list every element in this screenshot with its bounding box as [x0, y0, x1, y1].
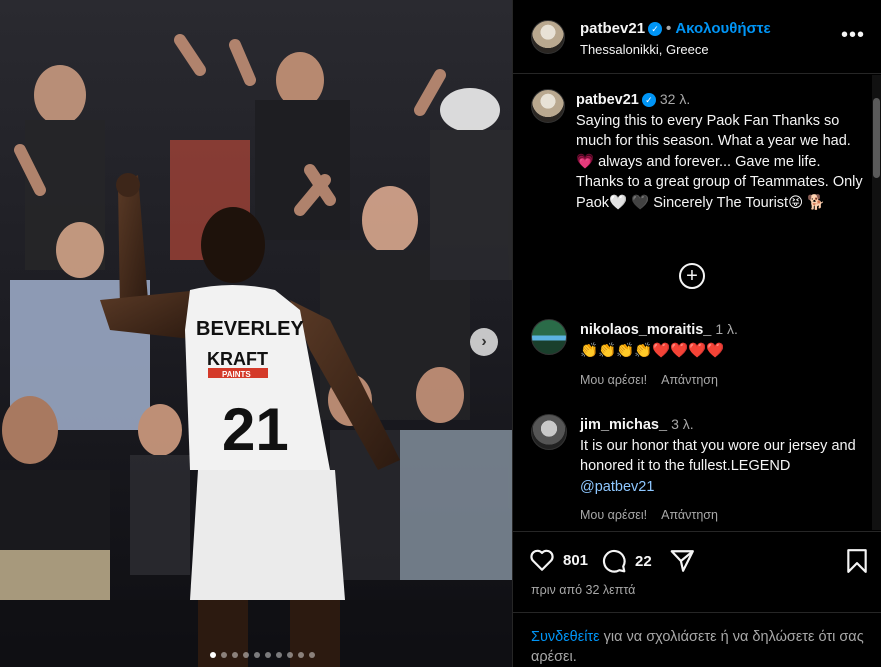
carousel-dot — [276, 652, 282, 658]
avatar[interactable] — [531, 319, 567, 355]
comment-like-button[interactable]: Μου αρέσει! — [580, 373, 647, 387]
carousel-dot — [265, 652, 271, 658]
follow-button[interactable]: Ακολουθήστε — [675, 20, 770, 37]
post-side-panel: patbev21 ✓ • Ακολουθήστε Thessalonikki, Gre… — [512, 0, 881, 667]
save-button[interactable] — [846, 548, 868, 579]
comment-reply-button[interactable]: Απάντηση — [661, 373, 718, 387]
comments-section[interactable]: patbev21 ✓ 32 λ. Saying this to every Paok… — [513, 75, 881, 530]
comment-body: jim_michas_ 3 λ. It is our honor that you… — [580, 414, 870, 497]
post-photo[interactable]: BEVERLEY KRAFT PAINTS 21 › — [0, 0, 512, 667]
avatar[interactable] — [531, 89, 565, 123]
carousel-dot — [298, 652, 304, 658]
verified-badge-icon: ✓ — [641, 93, 656, 107]
header-username[interactable]: patbev21 — [580, 20, 645, 37]
comment-mention-link[interactable]: @patbev21 — [580, 479, 654, 495]
caption-body: patbev21 ✓ 32 λ. Saying this to every Paok… — [576, 89, 866, 213]
comment-text: It is our honor that you wore our jersey… — [580, 437, 856, 475]
comment-reply-button[interactable]: Απάντηση — [661, 508, 718, 522]
like-button[interactable]: 801 — [529, 548, 588, 572]
comment-like-button[interactable]: Μου αρέσει! — [580, 508, 647, 522]
comment-button[interactable]: 22 — [601, 548, 652, 574]
comment-body: nikolaos_moraitis_ 1 λ. 👏👏👏👏❤️❤️❤️❤️ — [580, 319, 870, 361]
caption-time: 32 λ. — [659, 91, 691, 107]
carousel-dot — [287, 652, 293, 658]
more-options-icon[interactable]: ••• — [841, 24, 865, 47]
scrollbar-thumb[interactable] — [873, 98, 880, 178]
comment-actions: Μου αρέσει! Απάντηση — [580, 373, 718, 387]
likes-count[interactable]: 801 — [563, 552, 588, 569]
post-actions-bar: 801 22 πριν από 32 λεπτά — [513, 531, 881, 603]
comment-bubble-icon — [602, 549, 626, 573]
share-button[interactable] — [669, 548, 695, 579]
bookmark-icon — [847, 549, 867, 573]
carousel-dots — [210, 652, 315, 658]
instagram-post-view: BEVERLEY KRAFT PAINTS 21 › patbev21 ✓ • Ακο… — [0, 0, 881, 667]
avatar[interactable] — [531, 414, 567, 450]
post-location[interactable]: Thessalonikki, Greece — [580, 42, 709, 57]
next-photo-button[interactable]: › — [470, 328, 498, 356]
jersey-name: BEVERLEY — [196, 318, 304, 340]
comment-time: 3 λ. — [671, 416, 694, 432]
paper-plane-icon — [670, 550, 694, 572]
carousel-dot — [243, 652, 249, 658]
comment-text: 👏👏👏👏❤️❤️❤️❤️ — [580, 342, 725, 359]
caption-text: Saying this to every Paok Fan Thanks so … — [576, 112, 863, 211]
separator-dot: • — [666, 20, 672, 37]
login-link[interactable]: Συνδεθείτε — [531, 629, 600, 645]
comments-count: 22 — [635, 552, 652, 570]
comment-username[interactable]: jim_michas_ — [580, 417, 667, 433]
login-prompt: Συνδεθείτε για να σχολιάσετε ή να δηλώσε… — [513, 612, 881, 667]
jersey-number: 21 — [222, 396, 289, 463]
avatar[interactable] — [531, 20, 565, 54]
caption-username[interactable]: patbev21 — [576, 92, 639, 108]
jersey-sponsor: KRAFT — [207, 349, 268, 369]
verified-badge-icon: ✓ — [648, 22, 663, 36]
comment-actions: Μου αρέσει! Απάντηση — [580, 508, 718, 522]
comment-username[interactable]: nikolaos_moraitis_ — [580, 322, 711, 338]
jersey-sponsor-sub: PAINTS — [222, 370, 251, 379]
carousel-dot — [254, 652, 260, 658]
comments-scrollbar[interactable] — [872, 75, 881, 530]
heart-icon — [530, 549, 554, 571]
comment-time: 1 λ. — [715, 321, 738, 337]
load-more-comments-icon[interactable]: + — [679, 263, 705, 289]
post-header: patbev21 ✓ • Ακολουθήστε Thessalonikki, Gre… — [513, 0, 881, 74]
carousel-dot — [221, 652, 227, 658]
post-timestamp: πριν από 32 λεπτά — [531, 583, 636, 597]
photo-illustration: BEVERLEY KRAFT PAINTS 21 — [0, 0, 512, 667]
carousel-dot — [232, 652, 238, 658]
header-user-line: patbev21 ✓ • Ακολουθήστε — [580, 20, 771, 37]
carousel-dot — [309, 652, 315, 658]
carousel-dot — [210, 652, 216, 658]
